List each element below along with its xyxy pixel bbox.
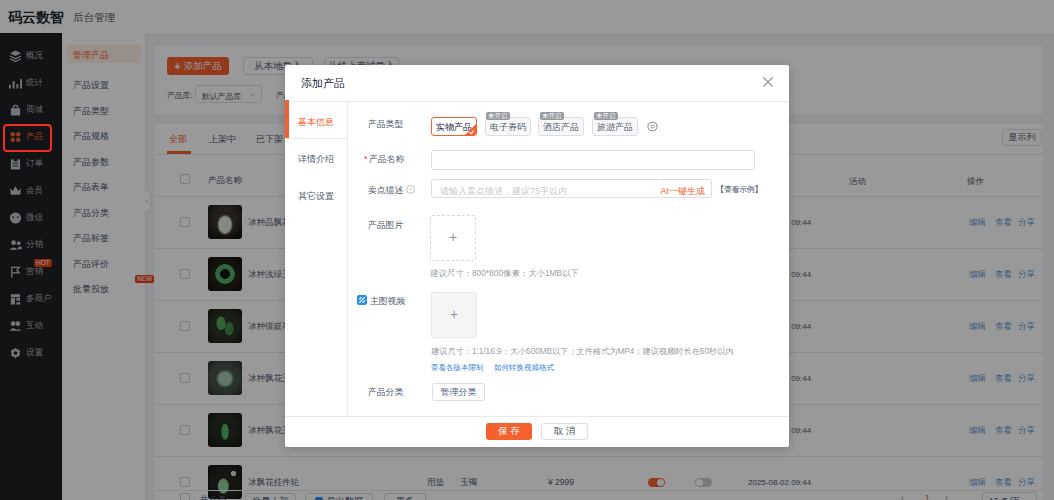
svg-text:?: ? bbox=[409, 187, 413, 193]
